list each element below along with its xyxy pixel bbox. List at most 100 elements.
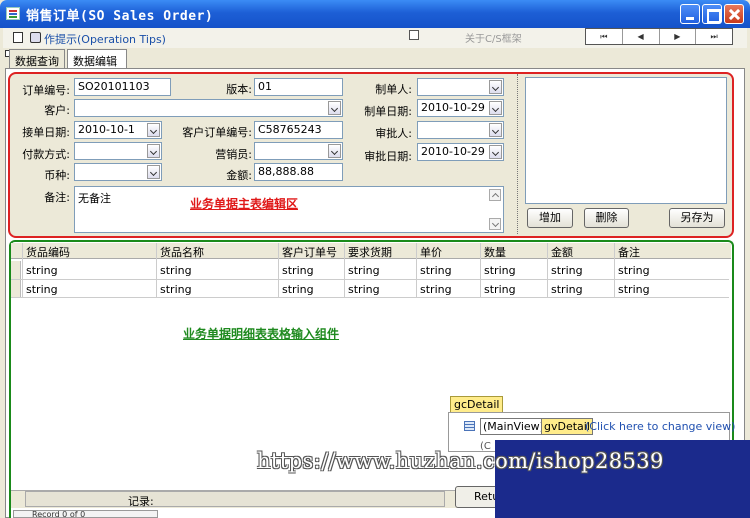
column-divider bbox=[547, 243, 548, 297]
about-icon[interactable] bbox=[409, 30, 419, 40]
payment-label: 付款方式: bbox=[22, 148, 70, 161]
document-icon[interactable] bbox=[13, 32, 23, 43]
table-cell[interactable]: string bbox=[484, 264, 516, 277]
table-cell[interactable]: string bbox=[551, 283, 583, 296]
table-cell[interactable]: string bbox=[420, 283, 452, 296]
table-cell[interactable]: string bbox=[160, 283, 192, 296]
receive-date-picker[interactable]: 2010-10-1 bbox=[74, 121, 162, 139]
record-pager[interactable]: Record 0 of 0 bbox=[13, 510, 158, 518]
table-cell[interactable]: string bbox=[282, 264, 314, 277]
create-date-picker[interactable]: 2010-10-29 bbox=[417, 99, 504, 117]
detail-area-caption: 业务单据明细表表格输入组件 bbox=[183, 327, 340, 341]
tab-data-edit[interactable]: 数据编辑 bbox=[67, 49, 127, 69]
order-no-field[interactable]: SO20101103 bbox=[74, 78, 171, 96]
approver-label: 审批人: bbox=[375, 127, 412, 140]
side-divider bbox=[517, 74, 518, 234]
next-record-button[interactable]: ▶ bbox=[660, 29, 697, 44]
toolbar: 作提示(Operation Tips) 关于C/S框架 ⏮ ◀ ▶ ⏭ bbox=[3, 28, 747, 48]
row-indicator[interactable] bbox=[11, 280, 21, 298]
main-view-label[interactable]: (MainView) bbox=[480, 418, 547, 435]
approver-dropdown[interactable] bbox=[417, 121, 504, 139]
change-view-link[interactable]: (Click here to change view) bbox=[585, 420, 735, 433]
row-indicator[interactable] bbox=[11, 261, 21, 279]
scroll-up-icon[interactable] bbox=[489, 189, 501, 201]
app-icon bbox=[6, 7, 20, 20]
chevron-down-icon[interactable] bbox=[147, 144, 160, 158]
chevron-down-icon[interactable] bbox=[147, 165, 160, 179]
side-list-box[interactable] bbox=[525, 77, 727, 204]
customer-order-no-label: 客户订单编号: bbox=[182, 126, 252, 139]
currency-dropdown[interactable] bbox=[74, 163, 162, 181]
amount-field[interactable]: 88,888.88 bbox=[254, 163, 343, 181]
customer-label: 客户: bbox=[44, 104, 70, 117]
column-header-amount[interactable]: 金额 bbox=[551, 244, 573, 260]
notes-label: 备注: bbox=[44, 191, 70, 204]
column-divider bbox=[22, 243, 23, 297]
chevron-down-icon[interactable] bbox=[489, 123, 502, 137]
amount-label: 金额: bbox=[226, 169, 252, 182]
salesperson-dropdown[interactable] bbox=[254, 142, 343, 160]
column-header-customer-order-no[interactable]: 客户订单号 bbox=[282, 244, 337, 260]
chevron-down-icon[interactable] bbox=[489, 101, 502, 115]
version-label: 版本: bbox=[226, 83, 252, 96]
tips-icon[interactable] bbox=[30, 32, 41, 43]
chevron-down-icon[interactable] bbox=[489, 80, 502, 94]
chevron-down-icon[interactable] bbox=[328, 101, 341, 115]
customer-dropdown[interactable] bbox=[74, 99, 343, 117]
last-record-button[interactable]: ⏭ bbox=[696, 29, 732, 44]
table-cell[interactable]: string bbox=[551, 264, 583, 277]
table-cell[interactable]: string bbox=[420, 264, 452, 277]
maximize-button[interactable] bbox=[702, 4, 722, 24]
tab-data-query[interactable]: 数据查询 bbox=[9, 49, 65, 69]
row-divider bbox=[11, 297, 729, 298]
table-cell[interactable]: string bbox=[348, 264, 380, 277]
table-cell[interactable]: string bbox=[26, 283, 58, 296]
operation-tips-link[interactable]: 作提示(Operation Tips) bbox=[44, 31, 166, 47]
column-divider bbox=[344, 243, 345, 297]
column-header-unit-price[interactable]: 单价 bbox=[420, 244, 442, 260]
column-header-item-name[interactable]: 货品名称 bbox=[160, 244, 204, 260]
table-cell[interactable]: string bbox=[618, 283, 650, 296]
grid-view-icon bbox=[464, 421, 475, 431]
column-header-required-date[interactable]: 要求货期 bbox=[348, 244, 392, 260]
delete-button[interactable]: 删除 bbox=[584, 208, 629, 228]
creator-dropdown[interactable] bbox=[417, 78, 504, 96]
approve-date-label: 审批日期: bbox=[364, 150, 412, 163]
table-cell[interactable]: string bbox=[484, 283, 516, 296]
previous-record-button[interactable]: ◀ bbox=[623, 29, 660, 44]
create-date-label: 制单日期: bbox=[364, 105, 412, 118]
column-divider bbox=[416, 243, 417, 297]
save-as-button[interactable]: 另存为 bbox=[669, 208, 725, 228]
column-divider bbox=[278, 243, 279, 297]
column-divider bbox=[480, 243, 481, 297]
payment-dropdown[interactable] bbox=[74, 142, 162, 160]
column-divider bbox=[156, 243, 157, 297]
scroll-down-icon[interactable] bbox=[489, 218, 501, 230]
title-bar: 销售订单(SO Sales Order) bbox=[0, 0, 750, 28]
chevron-down-icon[interactable] bbox=[328, 144, 341, 158]
table-cell[interactable]: string bbox=[282, 283, 314, 296]
salesperson-label: 营销员: bbox=[215, 148, 252, 161]
table-cell[interactable]: string bbox=[618, 264, 650, 277]
table-cell[interactable]: string bbox=[348, 283, 380, 296]
table-cell[interactable]: string bbox=[160, 264, 192, 277]
minimize-button[interactable] bbox=[680, 4, 700, 24]
column-header-item-code[interactable]: 货品编码 bbox=[26, 244, 70, 260]
column-header-notes[interactable]: 备注 bbox=[618, 244, 640, 260]
column-header-quantity[interactable]: 数量 bbox=[484, 244, 506, 260]
first-record-button[interactable]: ⏮ bbox=[586, 29, 623, 44]
about-link[interactable]: 关于C/S框架 bbox=[465, 30, 522, 45]
order-no-label: 订单编号: bbox=[22, 84, 70, 97]
currency-label: 币种: bbox=[44, 169, 70, 182]
grid-control-tag[interactable]: gcDetail bbox=[450, 396, 504, 413]
table-cell[interactable]: string bbox=[26, 264, 58, 277]
version-field[interactable]: 01 bbox=[254, 78, 343, 96]
customer-order-no-field[interactable]: C58765243 bbox=[254, 121, 343, 139]
chevron-down-icon[interactable] bbox=[489, 145, 502, 159]
close-button[interactable] bbox=[724, 4, 744, 24]
master-area-caption: 业务单据主表编辑区 bbox=[190, 197, 299, 211]
approve-date-picker[interactable]: 2010-10-29 bbox=[417, 143, 504, 161]
creator-label: 制单人: bbox=[375, 83, 412, 96]
add-button[interactable]: 增加 bbox=[527, 208, 573, 228]
chevron-down-icon[interactable] bbox=[147, 123, 160, 137]
